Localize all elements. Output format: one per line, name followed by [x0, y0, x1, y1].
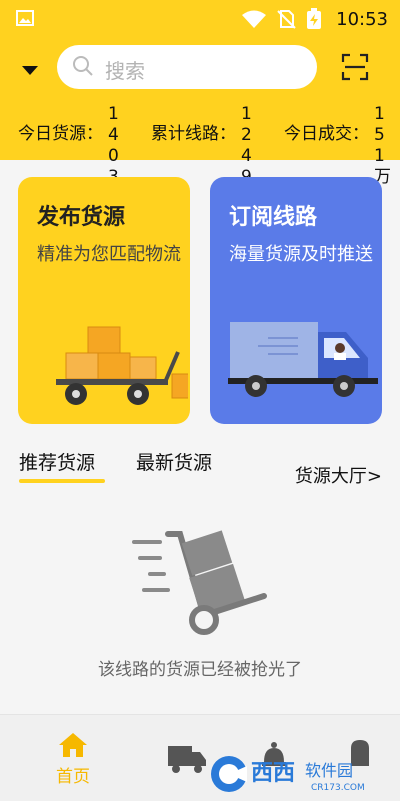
empty-hand-truck-icon [132, 530, 267, 635]
scan-icon[interactable] [341, 53, 369, 81]
card-title: 发布货源 [37, 205, 126, 230]
delivery-truck-icon [228, 322, 378, 397]
empty-state-message: 该线路的货源已经被抢光了 [98, 660, 302, 680]
wifi-icon [242, 10, 266, 28]
subscribe-route-card[interactable]: 订阅线路 海量货源及时推送 [210, 177, 382, 424]
watermark-logo: 西西 软件园 CR173.COM [211, 756, 365, 793]
search-icon [73, 56, 93, 76]
battery-charging-icon [307, 8, 321, 29]
nav-home-label: 首页 [56, 767, 90, 787]
supply-hall-link[interactable]: 货源大厅> [295, 462, 382, 488]
search-placeholder: 搜索 [105, 59, 145, 83]
tab-label: 推荐货源 [19, 452, 96, 474]
stat-label: 今日货源： [18, 124, 103, 144]
card-title: 订阅线路 [229, 205, 318, 230]
tab-label: 最新货源 [136, 452, 213, 474]
cart-with-boxes-icon [56, 326, 188, 405]
active-tab-indicator [19, 479, 105, 483]
search-input[interactable]: 搜索 [57, 45, 317, 89]
location-dropdown-icon[interactable] [21, 64, 39, 76]
stats-row: 今日货源： 1403 累计线路： 12498 今日成交： 151万 [0, 100, 400, 208]
nav-home[interactable]: 首页 [48, 732, 98, 787]
image-notification-icon [16, 10, 34, 26]
stat-label: 今日成交： [284, 124, 369, 144]
tab-recommended[interactable]: 推荐货源 [19, 448, 105, 483]
home-icon [59, 733, 87, 757]
card-subtitle: 精准为您匹配物流 [37, 244, 181, 265]
svg-text:西西: 西西 [251, 761, 295, 786]
card-subtitle: 海量货源及时推送 [229, 244, 373, 265]
status-time: 10:53 [336, 9, 388, 30]
status-bar: 10:53 [0, 0, 400, 38]
stat-value: 151万 [374, 104, 391, 187]
publish-supply-card[interactable]: 发布货源 精准为您匹配物流 [18, 177, 190, 424]
svg-text:软件园: 软件园 [305, 761, 353, 780]
stat-label: 累计线路： [151, 124, 236, 144]
truck-nav-icon[interactable] [168, 744, 208, 774]
tab-latest[interactable]: 最新货源 [136, 448, 212, 475]
svg-text:CR173.COM: CR173.COM [311, 783, 365, 793]
stat-value: 1403 [108, 104, 119, 187]
no-sim-icon [277, 10, 296, 29]
